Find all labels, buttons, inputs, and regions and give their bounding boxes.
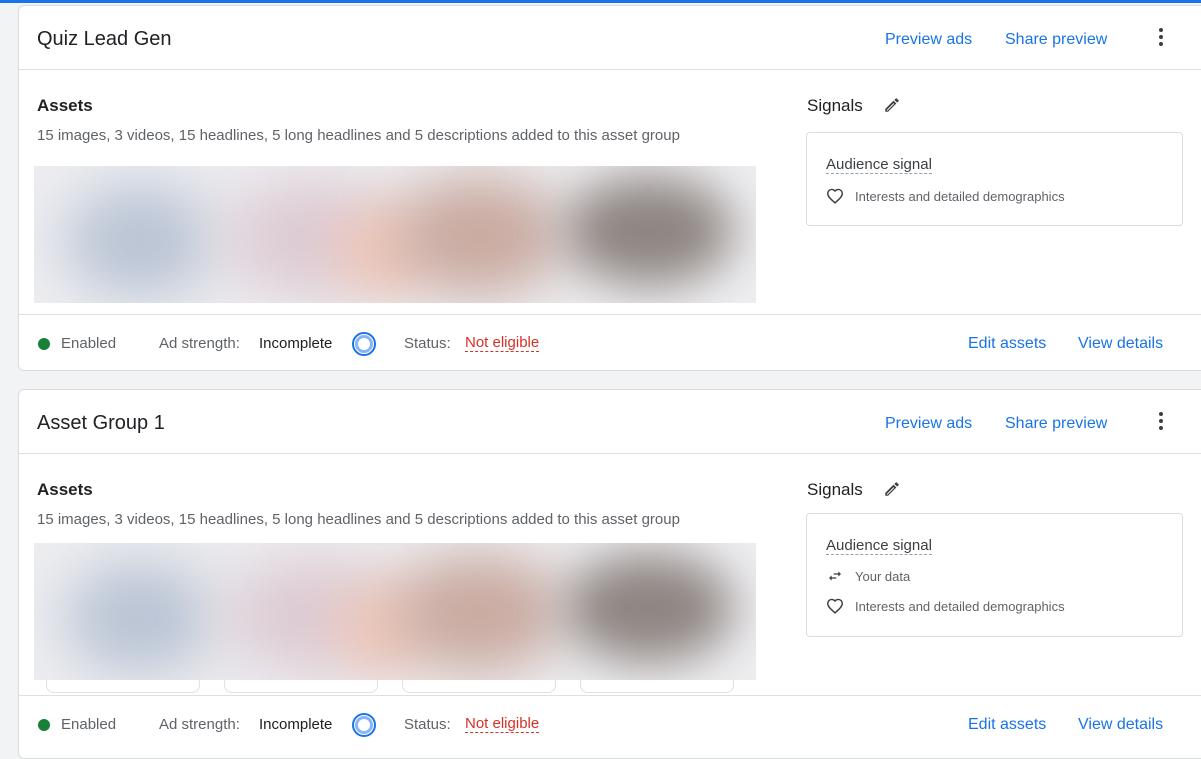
status-label: Status: [404,716,451,733]
signal-item-interests: Interests and detailed demographics [826,598,1065,614]
ad-strength-value: Incomplete [259,716,333,733]
preview-ads-link[interactable]: Preview ads [885,31,972,49]
signal-item-label: Your data [855,568,911,584]
more-vert-icon[interactable] [1157,412,1165,434]
preview-ads-link[interactable]: Preview ads [885,415,972,433]
signal-item-label: Interests and detailed demographics [855,598,1065,614]
enabled-status-dot [38,719,50,731]
top-accent-bar [0,0,1201,3]
status-label: Status: [404,335,451,352]
more-vert-icon[interactable] [1157,28,1165,50]
view-details-link[interactable]: View details [1078,716,1163,734]
asset-thumbnail[interactable] [224,680,378,693]
edit-assets-link[interactable]: Edit assets [968,335,1046,353]
card-header: Asset Group 1 Preview ads Share preview [19,390,1201,454]
card-footer: Enabled Ad strength: Incomplete Status: … [19,695,1201,753]
enabled-label: Enabled [61,716,117,733]
not-eligible-link[interactable]: Not eligible [465,335,540,352]
signals-heading: Signals [807,480,863,499]
signal-item-label: Interests and detailed demographics [855,188,1065,204]
asset-group-title: Asset Group 1 [37,412,165,434]
edit-assets-link[interactable]: Edit assets [968,716,1046,734]
asset-thumbnail[interactable] [402,680,556,693]
asset-group-card: Asset Group 1 Preview ads Share preview … [18,389,1201,759]
ad-strength-ring-icon [352,332,376,356]
signals-heading: Signals [807,96,863,115]
audience-signal-card: Audience signal Your data Interests and … [806,513,1183,637]
share-preview-link[interactable]: Share preview [1005,415,1107,433]
enabled-status-dot [38,338,50,350]
asset-thumbnail[interactable] [580,680,734,693]
asset-thumbnail-row [34,680,756,696]
signal-item-your-data: Your data [826,568,910,584]
asset-preview-strip[interactable] [34,166,756,303]
swap-arrows-icon [829,571,841,581]
signal-item-interests: Interests and detailed demographics [826,188,1065,204]
asset-group-title: Quiz Lead Gen [37,28,172,50]
assets-heading: Assets [37,96,93,115]
card-footer: Enabled Ad strength: Incomplete Status: … [19,314,1201,370]
asset-group-card: Quiz Lead Gen Preview ads Share preview … [18,5,1201,371]
audience-signal-card: Audience signal Interests and detailed d… [806,132,1183,226]
card-header: Quiz Lead Gen Preview ads Share preview [19,6,1201,70]
assets-summary: 15 images, 3 videos, 15 headlines, 5 lon… [37,511,680,528]
heart-outline-icon [826,188,844,204]
audience-signal-link[interactable]: Audience signal [826,537,932,555]
share-preview-link[interactable]: Share preview [1005,31,1107,49]
ad-strength-ring-icon [352,713,376,737]
enabled-label: Enabled [61,335,117,352]
pencil-icon[interactable] [883,480,901,498]
asset-preview-strip[interactable] [34,543,756,680]
assets-heading: Assets [37,480,93,499]
ad-strength-value: Incomplete [259,335,333,352]
heart-outline-icon [826,598,844,614]
assets-summary: 15 images, 3 videos, 15 headlines, 5 lon… [37,127,680,144]
not-eligible-link[interactable]: Not eligible [465,716,540,733]
view-details-link[interactable]: View details [1078,335,1163,353]
ad-strength-label: Ad strength: [159,716,240,733]
pencil-icon[interactable] [883,96,901,114]
audience-signal-link[interactable]: Audience signal [826,156,932,174]
asset-thumbnail[interactable] [46,680,200,693]
ad-strength-label: Ad strength: [159,335,240,352]
